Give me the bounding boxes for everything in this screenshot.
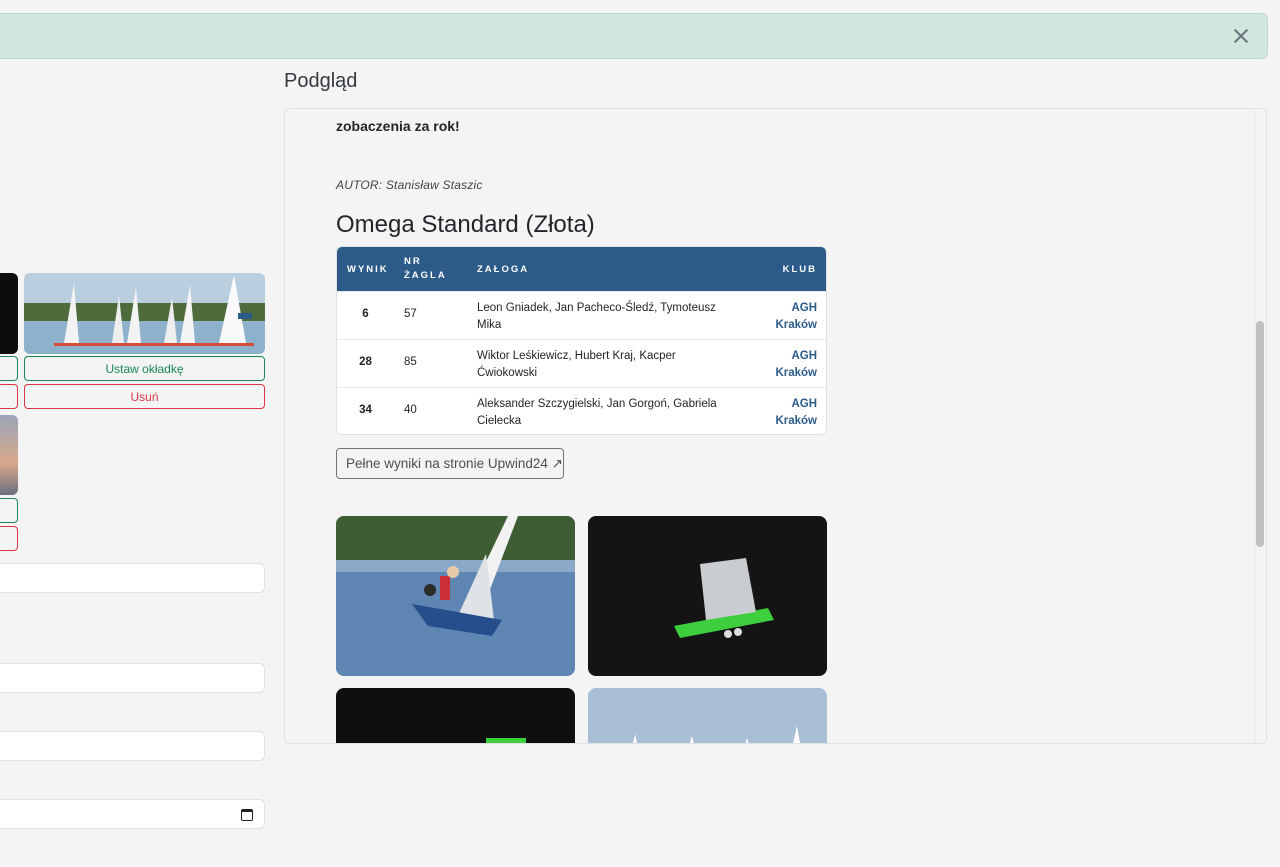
gallery-photo-sailors-lake[interactable] <box>336 516 575 676</box>
success-alert <box>0 13 1268 59</box>
preview-scrollbar[interactable] <box>1254 109 1266 743</box>
header-result: WYNIK <box>347 264 389 275</box>
preview-panel: zobaczenia za rok! AUTOR: Stanisław Stas… <box>284 108 1267 744</box>
results-table-header: WYNIK NR ŻAGLA ZAŁOGA KLUB <box>337 247 826 291</box>
crew-cell: Wiktor Leśkiewicz, Hubert Kraj, Kacper Ćw… <box>477 350 676 379</box>
article-author: AUTOR: Stanisław Staszic <box>336 178 483 192</box>
results-table: WYNIK NR ŻAGLA ZAŁOGA KLUB 6 57 Leon Gni… <box>336 246 827 435</box>
table-row: 6 57 Leon Gniadek, Jan Pacheco-Śledź, Ty… <box>337 291 826 339</box>
article-lead-text: zobaczenia za rok! <box>336 118 460 134</box>
table-row: 34 40 Aleksander Szczygielski, Jan Gorgo… <box>337 387 826 434</box>
club-link[interactable]: AGH Kraków <box>757 348 817 381</box>
form-input-3[interactable] <box>0 731 265 761</box>
form-input-1[interactable] <box>0 563 265 593</box>
gallery-photo-regatta-sky[interactable] <box>588 688 827 743</box>
set-cover-button-partial-2[interactable] <box>0 498 18 523</box>
calendar-icon[interactable] <box>241 809 253 821</box>
club-link[interactable]: AGH Kraków <box>757 300 817 333</box>
photo-thumbnail-sunset <box>0 415 18 495</box>
form-input-2[interactable] <box>0 663 265 693</box>
photo-thumbnail-dark <box>0 273 18 354</box>
header-sail-number-2: ŻAGLA <box>404 270 447 281</box>
gallery-photo-windsurf-green[interactable] <box>588 516 827 676</box>
sail-cell: 57 <box>404 308 417 320</box>
crew-cell: Leon Gniadek, Jan Pacheco-Śledź, Tymoteu… <box>477 302 716 331</box>
result-cell: 6 <box>362 308 369 320</box>
preview-title: Podgląd <box>284 70 358 92</box>
sail-cell: 40 <box>404 404 417 416</box>
header-sail-number: NR <box>404 256 422 267</box>
club-link[interactable]: AGH Kraków <box>757 396 817 429</box>
sail-cell: 85 <box>404 356 417 368</box>
table-row: 28 85 Wiktor Leśkiewicz, Hubert Kraj, Ka… <box>337 339 826 387</box>
header-crew: ZAŁOGA <box>477 264 530 275</box>
set-cover-button[interactable]: Ustaw okładkę <box>24 356 265 381</box>
result-cell: 28 <box>359 356 372 368</box>
delete-button-partial[interactable] <box>0 384 18 409</box>
crew-cell: Aleksander Szczygielski, Jan Gorgoń, Gab… <box>477 398 717 427</box>
header-club: KLUB <box>782 264 817 275</box>
close-icon[interactable] <box>1231 26 1251 46</box>
class-heading: Omega Standard (Złota) <box>336 211 595 238</box>
preview-scrollbar-thumb[interactable] <box>1256 321 1264 547</box>
gallery-photo-dark-water[interactable] <box>336 688 575 743</box>
result-cell: 34 <box>359 404 372 416</box>
delete-button[interactable]: Usuń <box>24 384 265 409</box>
delete-button-partial-2[interactable] <box>0 526 18 551</box>
photo-thumbnail-regatta <box>24 273 265 354</box>
full-results-link[interactable]: Pełne wyniki na stronie Upwind24 ↗ <box>336 448 564 479</box>
date-input[interactable] <box>0 799 265 829</box>
set-cover-button-partial[interactable] <box>0 356 18 381</box>
